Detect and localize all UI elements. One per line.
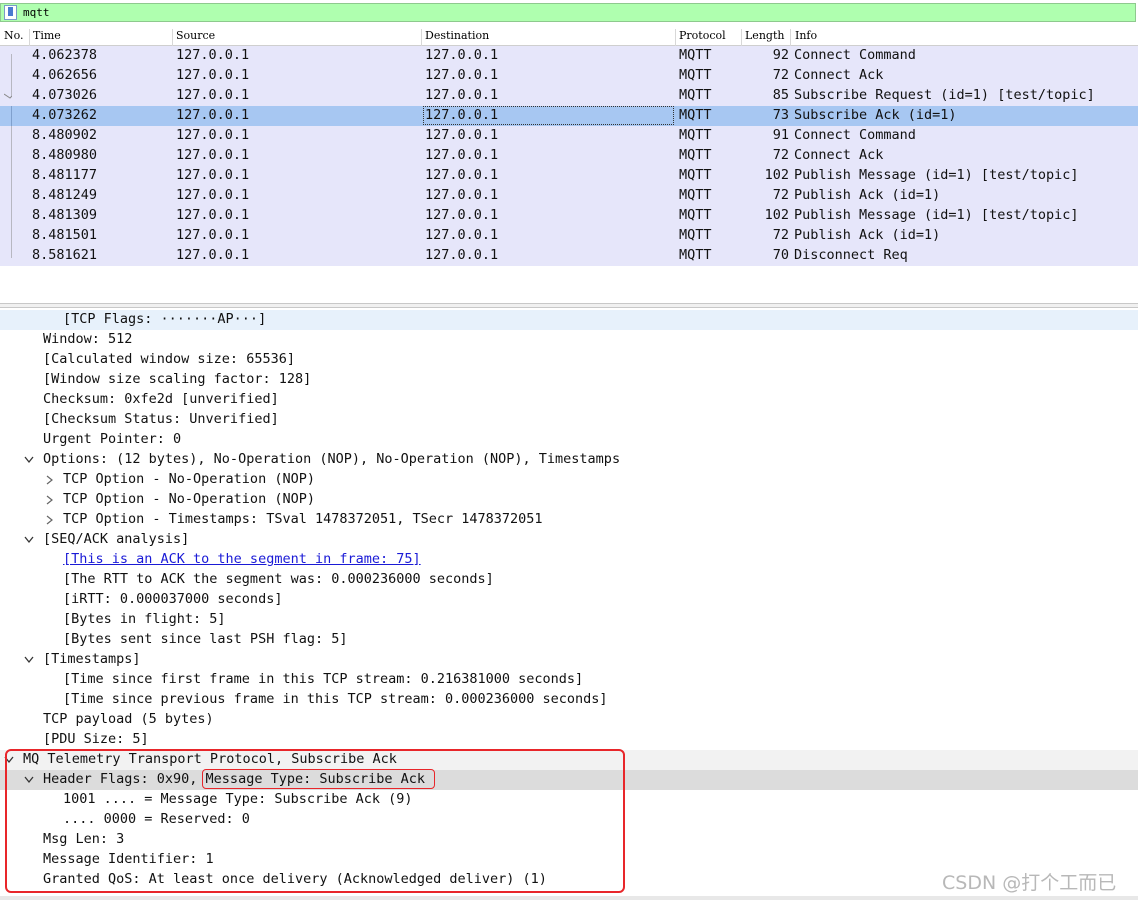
- display-filter-input[interactable]: mqtt: [23, 6, 50, 19]
- tree-item[interactable]: [TCP Flags: ·······AP···]: [0, 310, 1138, 330]
- related-packet-marker-icon: [11, 186, 12, 206]
- related-packet-marker-icon: [11, 226, 12, 246]
- tree-item[interactable]: [PDU Size: 5]: [0, 730, 1138, 750]
- tree-item[interactable]: Window: 512: [0, 330, 1138, 350]
- tree-item[interactable]: [Window size scaling factor: 128]: [0, 370, 1138, 390]
- chevron-right-icon[interactable]: [46, 475, 54, 485]
- tree-item-link[interactable]: [This is an ACK to the segment in frame:…: [0, 550, 1138, 570]
- packet-row[interactable]: 4.062656 127.0.0.1 127.0.0.1 MQTT 72 Con…: [0, 66, 1138, 86]
- tree-item[interactable]: [The RTT to ACK the segment was: 0.00023…: [0, 570, 1138, 590]
- packet-list-header: No. Time Source Destination Protocol Len…: [0, 26, 1138, 47]
- packet-row[interactable]: 8.481249 127.0.0.1 127.0.0.1 MQTT 72 Pub…: [0, 186, 1138, 206]
- related-packet-marker-icon: [11, 166, 12, 186]
- related-packet-marker-icon: [11, 106, 12, 126]
- related-packet-marker-icon: [11, 126, 12, 146]
- packet-row[interactable]: 8.480980 127.0.0.1 127.0.0.1 MQTT 72 Con…: [0, 146, 1138, 166]
- tree-item[interactable]: Checksum: 0xfe2d [unverified]: [0, 390, 1138, 410]
- packet-row[interactable]: 8.480902 127.0.0.1 127.0.0.1 MQTT 91 Con…: [0, 126, 1138, 146]
- horizontal-scrollbar[interactable]: [0, 896, 1138, 900]
- chevron-right-icon[interactable]: [46, 495, 54, 505]
- chevron-right-icon[interactable]: [46, 515, 54, 525]
- packet-row[interactable]: 8.481177 127.0.0.1 127.0.0.1 MQTT 102 Pu…: [0, 166, 1138, 186]
- related-packet-marker-icon: [11, 66, 12, 86]
- tree-item[interactable]: TCP Option - No-Operation (NOP): [0, 470, 1138, 490]
- related-packet-marker-icon: [11, 206, 12, 226]
- chevron-down-icon[interactable]: [24, 656, 34, 664]
- col-header-protocol[interactable]: Protocol: [679, 29, 726, 42]
- tree-item[interactable]: [iRTT: 0.000037000 seconds]: [0, 590, 1138, 610]
- tree-item[interactable]: Urgent Pointer: 0: [0, 430, 1138, 450]
- related-packet-marker-icon: [11, 246, 12, 258]
- packet-row[interactable]: 4.062378 127.0.0.1 127.0.0.1 MQTT 92 Con…: [0, 46, 1138, 66]
- display-filter-bar[interactable]: mqtt: [0, 3, 1136, 22]
- col-header-time[interactable]: Time: [33, 29, 61, 42]
- packet-row[interactable]: 4.073026 127.0.0.1 127.0.0.1 MQTT 85 Sub…: [0, 86, 1138, 106]
- packet-row[interactable]: 8.481309 127.0.0.1 127.0.0.1 MQTT 102 Pu…: [0, 206, 1138, 226]
- related-packet-marker-icon: [11, 146, 12, 166]
- packet-row[interactable]: 8.481501 127.0.0.1 127.0.0.1 MQTT 72 Pub…: [0, 226, 1138, 246]
- tree-item[interactable]: Options: (12 bytes), No-Operation (NOP),…: [0, 450, 1138, 470]
- col-header-source[interactable]: Source: [176, 29, 215, 42]
- tree-item[interactable]: [Calculated window size: 65536]: [0, 350, 1138, 370]
- col-header-destination[interactable]: Destination: [425, 29, 489, 42]
- col-header-length[interactable]: Length: [745, 29, 784, 42]
- col-header-info[interactable]: Info: [795, 29, 817, 42]
- tree-item[interactable]: [Checksum Status: Unverified]: [0, 410, 1138, 430]
- packet-row[interactable]: 8.581621 127.0.0.1 127.0.0.1 MQTT 70 Dis…: [0, 246, 1138, 266]
- packet-list: 4.062378 127.0.0.1 127.0.0.1 MQTT 92 Con…: [0, 46, 1138, 266]
- frame-link[interactable]: [This is an ACK to the segment in frame:…: [63, 551, 421, 567]
- chevron-down-icon[interactable]: [24, 536, 34, 544]
- tree-item[interactable]: TCP Option - No-Operation (NOP): [0, 490, 1138, 510]
- tree-item[interactable]: TCP Option - Timestamps: TSval 147837205…: [0, 510, 1138, 530]
- annotation-highlight-box-message-type: [202, 769, 435, 789]
- pane-splitter[interactable]: [0, 303, 1138, 308]
- chevron-down-icon[interactable]: [24, 456, 34, 464]
- request-marker-icon: [4, 86, 12, 99]
- watermark: CSDN @打个工而已: [942, 872, 1117, 894]
- col-header-no[interactable]: No.: [4, 29, 24, 42]
- tree-item[interactable]: [Timestamps]: [0, 650, 1138, 670]
- related-packet-marker-icon: [11, 54, 12, 66]
- tree-item[interactable]: [Bytes in flight: 5]: [0, 610, 1138, 630]
- tree-item[interactable]: [Time since previous frame in this TCP s…: [0, 690, 1138, 710]
- packet-row-selected[interactable]: 4.073262 127.0.0.1 127.0.0.1 MQTT 73 Sub…: [0, 106, 1138, 126]
- bookmark-icon[interactable]: [4, 5, 17, 20]
- tree-item[interactable]: TCP payload (5 bytes): [0, 710, 1138, 730]
- tree-item[interactable]: [Bytes sent since last PSH flag: 5]: [0, 630, 1138, 650]
- tree-item[interactable]: [SEQ/ACK analysis]: [0, 530, 1138, 550]
- tree-item[interactable]: [Time since first frame in this TCP stre…: [0, 670, 1138, 690]
